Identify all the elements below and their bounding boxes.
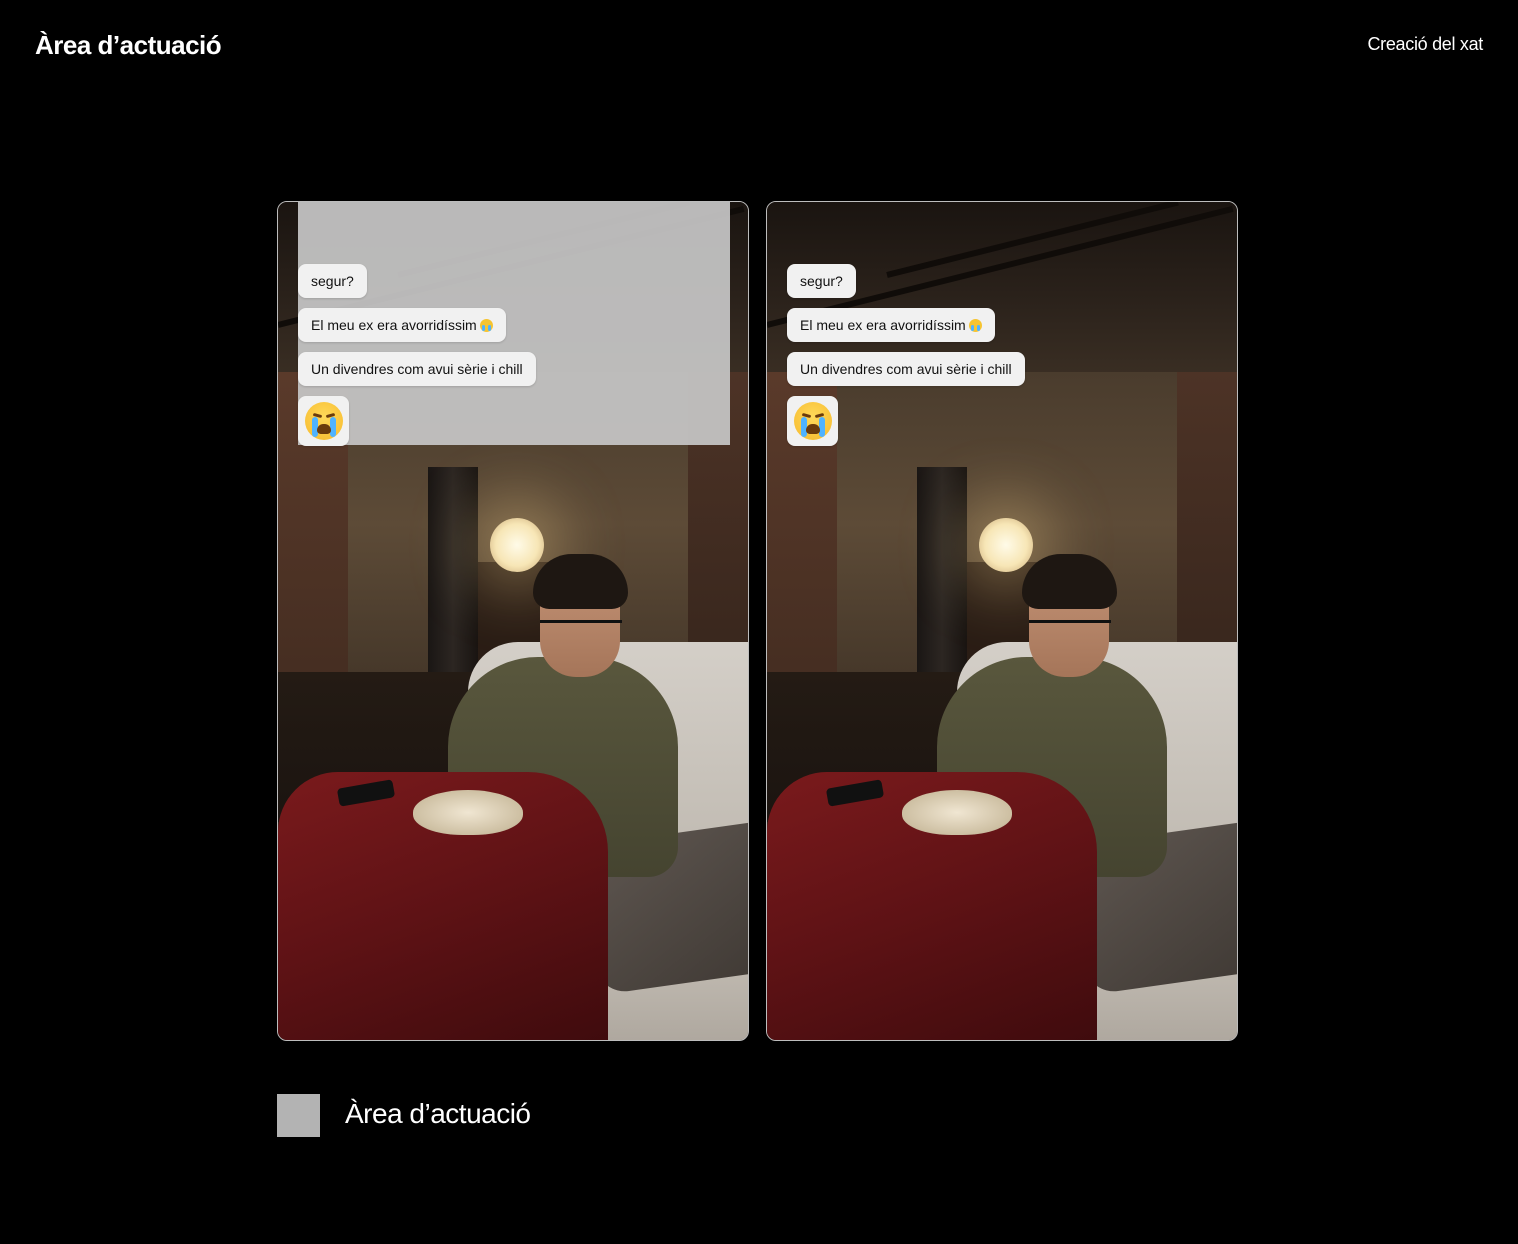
loudly-crying-face-icon (304, 402, 343, 440)
chat-bubble: Un divendres com avui sèrie i chill (298, 352, 536, 386)
chat-bubble: El meu ex era avorridíssim (787, 308, 995, 342)
chat-messages: segur? El meu ex era avorridíssim Un div… (298, 264, 536, 446)
lamp (490, 518, 544, 572)
phone-frame-with-action-area: segur? El meu ex era avorridíssim Un div… (277, 201, 749, 1041)
page-title: Àrea d’actuació (35, 30, 222, 60)
emoji-bubble (787, 396, 838, 446)
chat-bubble: El meu ex era avorridíssim (298, 308, 506, 342)
chat-bubble: segur? (787, 264, 856, 298)
crying-face-icon (968, 319, 982, 332)
crying-face-icon (479, 319, 493, 332)
chat-bubble: Un divendres com avui sèrie i chill (787, 352, 1025, 386)
legend-label: Àrea d’actuació (345, 1098, 531, 1129)
loudly-crying-face-icon (793, 402, 832, 440)
popcorn-bowl (902, 790, 1012, 835)
legend-swatch (277, 1094, 320, 1137)
popcorn-bowl (413, 790, 523, 835)
phone-frame-plain: segur? El meu ex era avorridíssim Un div… (766, 201, 1238, 1041)
lamp (979, 518, 1033, 572)
chat-bubble: segur? (298, 264, 367, 298)
section-label: Creació del xat (1367, 34, 1483, 54)
chat-messages: segur? El meu ex era avorridíssim Un div… (787, 264, 1025, 446)
emoji-bubble (298, 396, 349, 446)
